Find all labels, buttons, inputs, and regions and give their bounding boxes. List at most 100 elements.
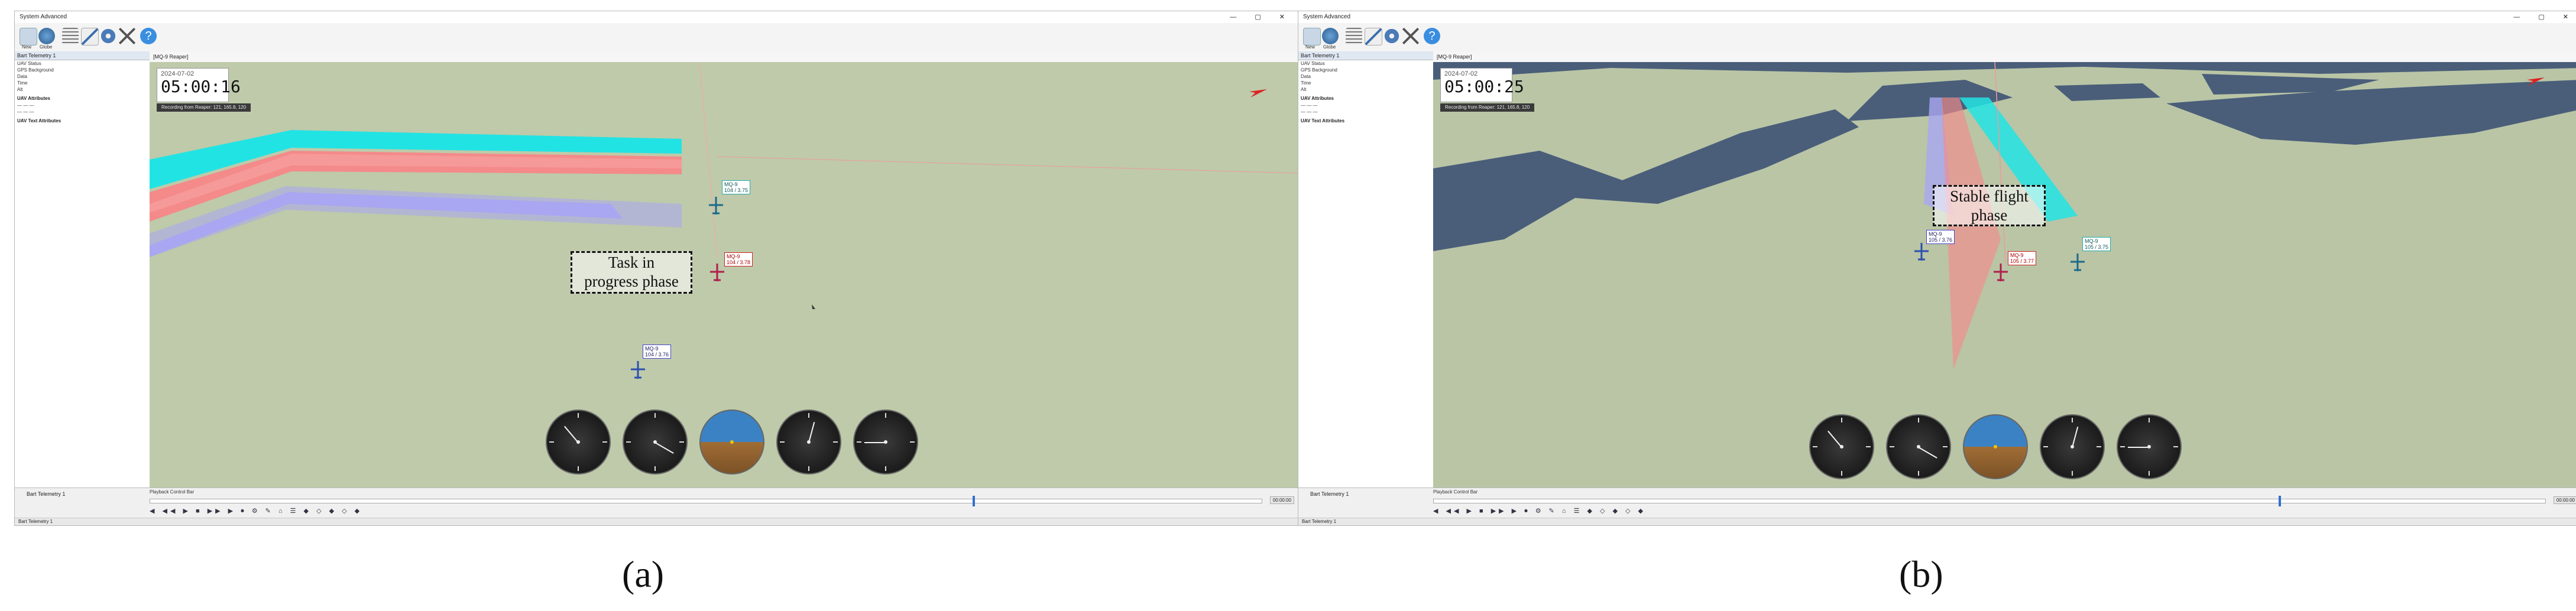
sidebar-row: — — —	[17, 109, 34, 115]
aircraft-name: MQ-9	[727, 254, 740, 259]
phase-annotation: Task in progress phase	[571, 251, 692, 294]
gear-icon[interactable]	[1383, 28, 1400, 44]
sidebar: Bart Telemetry 1 UAV Status GPS Backgrou…	[15, 51, 150, 518]
window-title-bar: System Advanced — ▢ ✕	[15, 11, 1298, 23]
phase-line-2: progress phase	[584, 272, 679, 290]
playback-slider[interactable]	[1433, 496, 2546, 506]
sidebar-section[interactable]: UAV Attributes	[1298, 95, 1433, 102]
aircraft-status: 104 / 3.76	[645, 352, 669, 358]
airspeed-gauge-icon	[546, 410, 611, 474]
3d-viewport[interactable]: 2024-07-02 05:00:25 Recording from Reape…	[1433, 62, 2576, 488]
status-text: Bart Telemetry 1	[1302, 519, 1337, 524]
playback-title: Playback Control Bar	[1433, 489, 1478, 495]
globe-icon[interactable]	[38, 28, 55, 44]
aircraft-tag[interactable]: MQ-9 105 / 3.75	[2082, 237, 2111, 251]
view-header: [MQ-9 Reaper]	[1433, 51, 2576, 63]
view-header: [MQ-9 Reaper]	[150, 51, 1298, 63]
status-bar: Bart Telemetry 1	[15, 518, 1298, 525]
new-icon[interactable]	[20, 28, 37, 46]
playback-control-bar: Bart Telemetry 1 Playback Control Bar 00…	[1298, 488, 2576, 519]
main-toolbar: ? New Globe	[15, 23, 1298, 52]
sidebar-row: Data	[17, 74, 27, 79]
phase-line-1: Task in	[608, 254, 655, 271]
tools-icon[interactable]	[1402, 28, 1419, 44]
view-title: [MQ-9 Reaper]	[153, 54, 189, 60]
attitude-indicator-icon	[1963, 414, 2028, 479]
sidebar-header[interactable]: Bart Telemetry 1	[15, 51, 150, 60]
gear-icon[interactable]	[100, 28, 116, 44]
status-text: Bart Telemetry 1	[18, 519, 53, 524]
vertical-speed-gauge-icon	[853, 410, 918, 474]
view-title: [MQ-9 Reaper]	[1437, 54, 1472, 60]
sim-date: 2024-07-02	[161, 70, 195, 77]
sim-clock: 2024-07-02 05:00:16	[157, 68, 241, 102]
caption-a: (a)	[622, 553, 665, 595]
toolbar-label-new: New	[22, 44, 32, 50]
aircraft-name: MQ-9	[724, 181, 738, 187]
bottom-telemetry-label[interactable]: Bart Telemetry 1	[27, 490, 65, 498]
tools-icon[interactable]	[119, 28, 135, 44]
sidebar: Bart Telemetry 1 UAV Status GPS Backgrou…	[1298, 51, 1434, 518]
help-icon[interactable]: ?	[140, 28, 157, 44]
sidebar-row: Data	[1301, 74, 1311, 79]
sidebar-row: GPS Background	[1301, 67, 1337, 73]
playback-time: 00:00:00	[2553, 496, 2576, 504]
aircraft-tag[interactable]: MQ-9 104 / 3.78	[724, 252, 753, 266]
window-title: System Advanced	[1303, 14, 1351, 20]
list-icon[interactable]	[62, 28, 79, 44]
sim-date: 2024-07-02	[1444, 70, 1478, 77]
phase-line-2: phase	[1971, 206, 2008, 224]
recording-status: Recording from Reaper: 121, 165.8, 120	[1440, 103, 1535, 112]
3d-viewport[interactable]: 2024-07-02 05:00:16 Recording from Reape…	[150, 62, 1298, 488]
globe-icon[interactable]	[1322, 28, 1339, 44]
altimeter-gauge-icon	[1886, 414, 1951, 479]
playback-control-bar: Bart Telemetry 1 Playback Control Bar 00…	[15, 488, 1298, 519]
sidebar-section[interactable]: UAV Attributes	[15, 95, 150, 102]
sidebar-row: Time	[1301, 80, 1311, 86]
window-title: System Advanced	[20, 14, 67, 20]
aircraft-tag[interactable]: MQ-9 105 / 3.77	[2008, 251, 2037, 265]
playback-thumb[interactable]	[973, 496, 976, 506]
recording-status: Recording from Reaper: 121, 165.8, 120	[157, 103, 251, 112]
playback-slider[interactable]	[150, 496, 1262, 506]
playback-title: Playback Control Bar	[150, 489, 195, 495]
window-controls[interactable]: — ▢ ✕	[1230, 11, 1293, 23]
main-toolbar: ? New Globe	[1298, 23, 2576, 52]
aircraft-tag[interactable]: MQ-9 105 / 3.76	[1926, 230, 1955, 244]
edit-icon[interactable]	[81, 28, 99, 46]
phase-line-1: Stable flight	[1950, 187, 2029, 205]
attitude-indicator-icon	[699, 410, 764, 474]
playback-buttons[interactable]: ◀ ◀◀ ▶ ■ ▶▶ ▶ ⏺ ⚙ ✎ ⌂ ☰ ◆ ◇ ◆ ◇ ◆	[150, 507, 362, 515]
heading-gauge-icon	[2040, 414, 2105, 479]
help-icon[interactable]: ?	[1424, 28, 1440, 44]
aircraft-name: MQ-9	[2010, 252, 2024, 258]
altimeter-gauge-icon	[623, 410, 688, 474]
sidebar-row: GPS Background	[17, 67, 54, 73]
aircraft-tag[interactable]: MQ-9 104 / 3.75	[722, 180, 751, 194]
aircraft-name: MQ-9	[645, 346, 659, 352]
sidebar-row: Alt	[1301, 87, 1307, 92]
playback-buttons[interactable]: ◀ ◀◀ ▶ ■ ▶▶ ▶ ⏺ ⚙ ✎ ⌂ ☰ ◆ ◇ ◆ ◇ ◆	[1433, 507, 1646, 515]
sidebar-header[interactable]: Bart Telemetry 1	[1298, 51, 1433, 60]
sidebar-section[interactable]: UAV Text Attributes	[1298, 118, 1433, 125]
edit-icon[interactable]	[1365, 28, 1382, 46]
aircraft-status: 105 / 3.77	[2010, 258, 2034, 264]
sidebar-row: Time	[17, 80, 28, 86]
window-controls[interactable]: — ▢ ✕	[2513, 11, 2576, 23]
sim-time: 05:00:25	[1444, 77, 1524, 96]
aircraft-status: 104 / 3.75	[724, 187, 749, 193]
aircraft-status: 105 / 3.76	[1929, 237, 1953, 243]
toolbar-label-globe: Globe	[1323, 44, 1336, 50]
vertical-speed-gauge-icon	[2117, 414, 2182, 479]
list-icon[interactable]	[1346, 28, 1362, 44]
caption-b: (b)	[1899, 553, 1943, 595]
new-icon[interactable]	[1303, 28, 1321, 46]
sidebar-row: — — —	[1301, 103, 1318, 108]
status-bar: Bart Telemetry 1	[1298, 518, 2576, 525]
bottom-telemetry-label[interactable]: Bart Telemetry 1	[1310, 490, 1349, 498]
aircraft-status: 104 / 3.78	[727, 259, 751, 265]
app-window-a: System Advanced — ▢ ✕ ? New Globe Bart T…	[14, 11, 1298, 526]
sidebar-section[interactable]: UAV Text Attributes	[15, 118, 150, 125]
playback-thumb[interactable]	[2278, 496, 2281, 506]
aircraft-tag[interactable]: MQ-9 104 / 3.76	[643, 344, 672, 359]
